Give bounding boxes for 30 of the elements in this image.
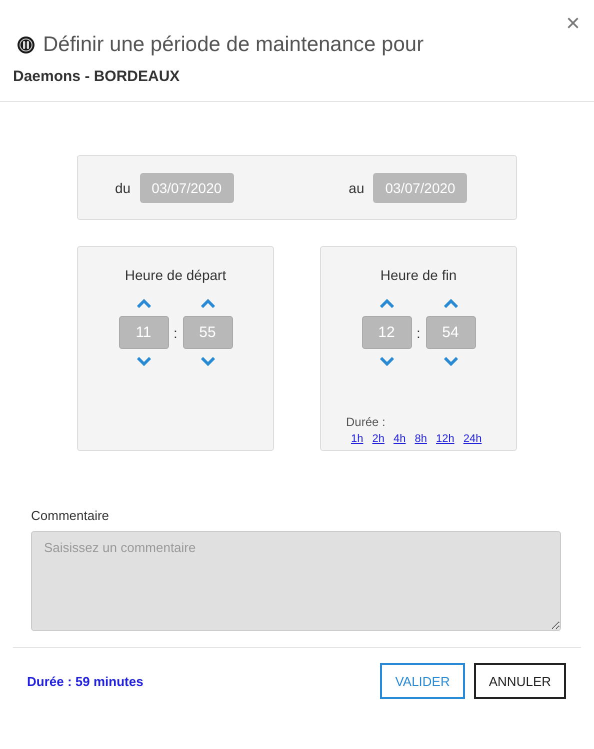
dialog-subtitle: Daemons - BORDEAUX — [13, 68, 181, 85]
duration-summary: Durée : 59 minutes — [27, 674, 144, 688]
duration-label: Durée : — [346, 415, 386, 429]
duration-link[interactable]: 4h — [394, 433, 406, 445]
time-separator: : — [174, 324, 178, 340]
decrement-icon[interactable] — [380, 357, 394, 366]
time-separator: : — [416, 324, 420, 340]
duration-link[interactable]: 24h — [463, 433, 482, 445]
card-title: Heure de départ — [124, 267, 226, 283]
comment-label: Commentaire — [31, 508, 110, 523]
duration-link[interactable]: 12h — [436, 433, 454, 445]
duration-link[interactable]: 1h — [351, 433, 364, 445]
to-label: au — [348, 180, 364, 196]
pause-icon — [17, 36, 35, 54]
increment-icon[interactable] — [380, 299, 394, 308]
increment-icon[interactable] — [136, 299, 150, 308]
comment-field[interactable]: Saisissez un commentaire — [31, 531, 561, 631]
increment-icon[interactable] — [444, 299, 458, 308]
dialog-title: Définir une période de maintenance pour — [43, 33, 424, 57]
increment-icon[interactable] — [200, 299, 214, 308]
decrement-icon[interactable] — [444, 357, 458, 366]
duration-link[interactable]: 8h — [414, 433, 427, 445]
decrement-icon[interactable] — [200, 357, 214, 366]
close-button[interactable]: × — [566, 12, 580, 36]
cancel-button[interactable]: ANNULER — [474, 663, 566, 699]
from-label: du — [115, 180, 131, 196]
validate-button[interactable]: VALIDER — [380, 663, 465, 699]
decrement-icon[interactable] — [136, 357, 150, 366]
card-title: Heure de fin — [380, 267, 457, 283]
duration-link[interactable]: 2h — [372, 433, 384, 445]
